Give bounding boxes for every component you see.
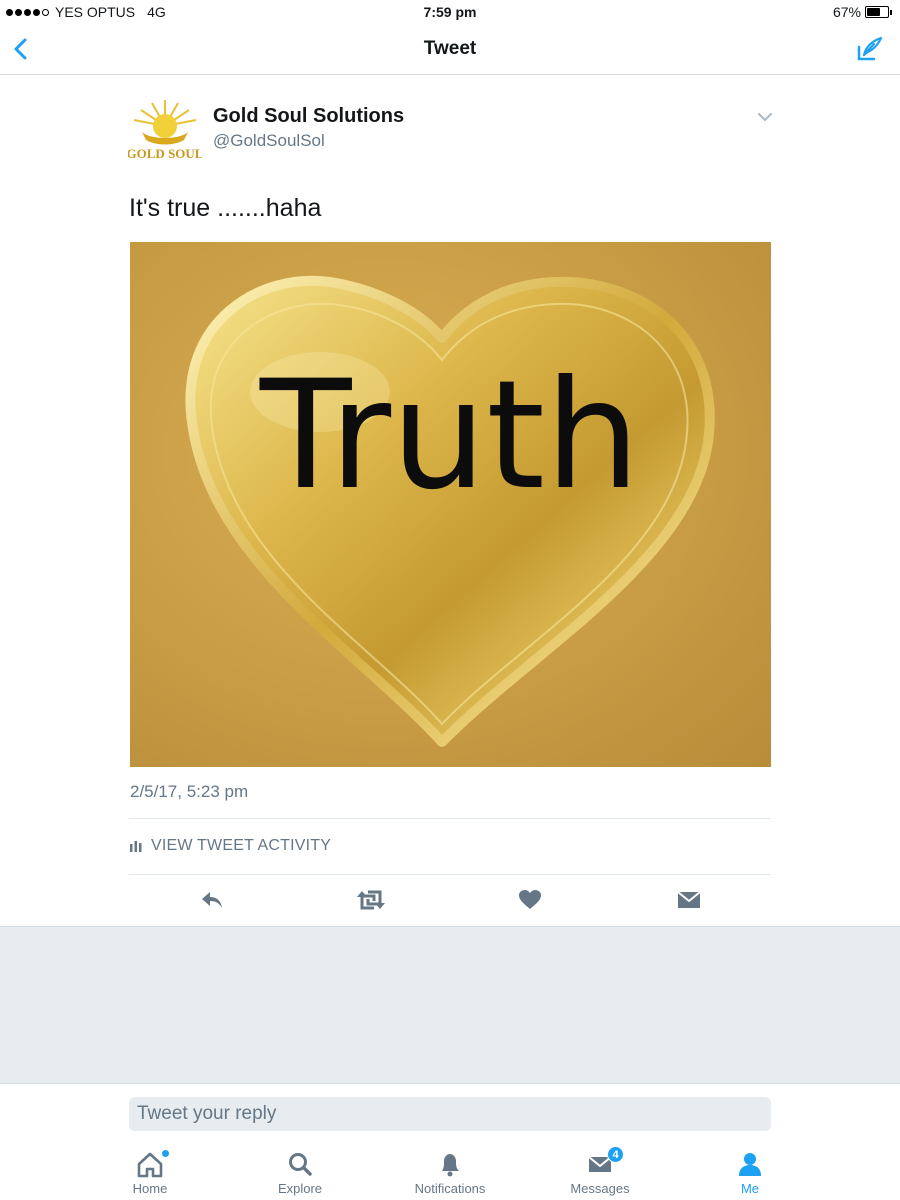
retweet-icon[interactable] xyxy=(356,888,386,912)
tab-label: Me xyxy=(740,1181,760,1196)
tab-bar: Home Explore Notifications 4 Messages Me xyxy=(0,1142,900,1200)
page-title: Tweet xyxy=(423,38,477,59)
author-handle[interactable]: @GoldSoulSol xyxy=(213,131,325,151)
like-icon[interactable] xyxy=(517,888,543,912)
reply-bar: Tweet your reply xyxy=(0,1083,900,1133)
chevron-down-icon[interactable] xyxy=(756,110,774,124)
reply-icon[interactable] xyxy=(199,888,225,912)
tweet-text: It's true .......haha xyxy=(129,194,322,222)
battery-percent: 67% xyxy=(832,4,861,20)
messages-badge: 4 xyxy=(607,1146,624,1163)
tab-home[interactable]: Home xyxy=(100,1142,200,1200)
svg-text:GOLD SOUL: GOLD SOUL xyxy=(128,146,202,161)
reply-input[interactable]: Tweet your reply xyxy=(129,1097,771,1131)
tab-notifications[interactable]: Notifications xyxy=(400,1142,500,1200)
bar-chart-icon xyxy=(130,841,142,852)
bell-icon xyxy=(442,1154,459,1177)
compose-icon[interactable] xyxy=(856,35,884,63)
person-icon xyxy=(739,1153,761,1176)
battery-icon xyxy=(865,6,889,18)
status-right: 67% xyxy=(833,4,892,20)
search-icon xyxy=(289,1153,312,1176)
tweet-timestamp: 2/5/17, 5:23 pm xyxy=(130,782,249,801)
divider xyxy=(129,818,771,819)
media-caption-text: Truth xyxy=(259,349,640,523)
new-content-dot xyxy=(162,1150,169,1157)
author-name[interactable]: Gold Soul Solutions xyxy=(213,105,404,128)
divider xyxy=(129,874,771,875)
tab-label: Explore xyxy=(277,1181,323,1196)
view-tweet-activity-link[interactable]: VIEW TWEET ACTIVITY xyxy=(129,837,331,855)
home-icon xyxy=(137,1152,163,1178)
status-bar: YES OPTUS 4G 7:59 pm 67% xyxy=(0,0,900,24)
tab-me[interactable]: Me xyxy=(700,1142,800,1200)
tab-label: Home xyxy=(132,1181,168,1196)
tab-explore[interactable]: Explore xyxy=(250,1142,350,1200)
tab-label: Notifications xyxy=(414,1181,486,1196)
direct-message-icon[interactable] xyxy=(676,888,702,912)
tab-messages[interactable]: 4 Messages xyxy=(550,1142,650,1200)
tab-label: Messages xyxy=(570,1181,630,1196)
activity-label: VIEW TWEET ACTIVITY xyxy=(151,837,332,854)
avatar[interactable]: GOLD SOUL xyxy=(127,98,204,162)
tweet-detail: GOLD SOUL Gold Soul Solutions @GoldSoulS… xyxy=(0,76,900,926)
navigation-bar: Tweet xyxy=(0,24,900,75)
tweet-media-image[interactable]: Truth xyxy=(130,242,771,767)
empty-replies-area xyxy=(0,926,900,1083)
status-time: 7:59 pm xyxy=(423,4,477,20)
